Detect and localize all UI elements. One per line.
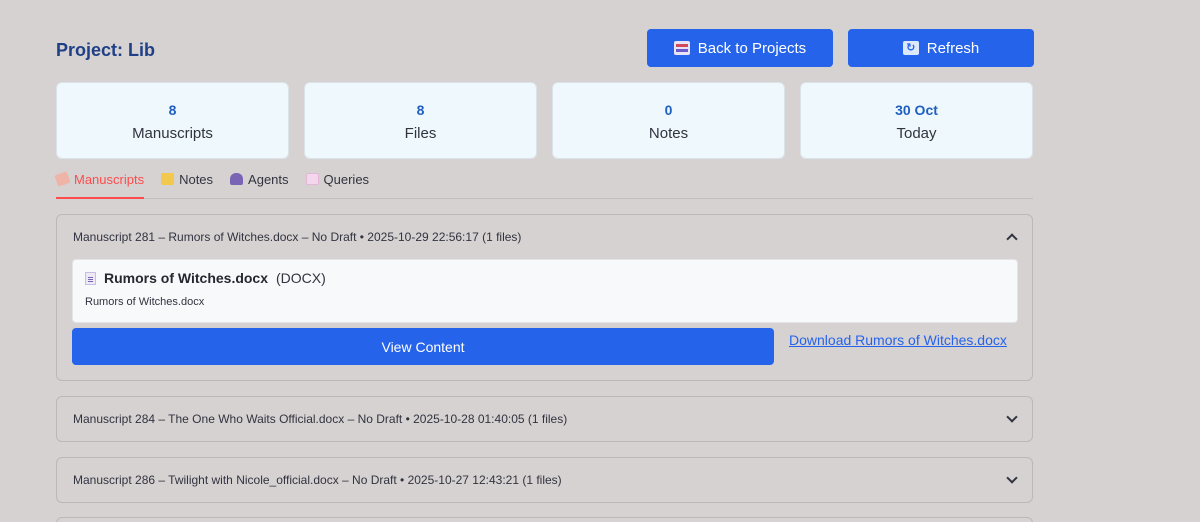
expander-header[interactable]: Manuscript 286 – Twilight with Nicole_of… — [57, 458, 1032, 502]
tab-label: Queries — [323, 172, 370, 187]
stat-card-notes: 0 Notes — [552, 82, 785, 159]
download-link[interactable]: Download Rumors of Witches.docx — [789, 332, 1007, 348]
file-type: (DOCX) — [276, 270, 326, 286]
stat-label: Today — [896, 125, 937, 142]
expander-title: Manuscript 281 – Rumors of Witches.docx … — [73, 230, 522, 244]
chevron-down-icon — [1006, 472, 1018, 484]
back-to-projects-button[interactable]: Back to Projects — [647, 29, 833, 67]
chevron-up-icon — [1006, 233, 1018, 245]
back-to-projects-label: Back to Projects — [697, 39, 807, 57]
agent-icon — [230, 173, 244, 185]
expander-header[interactable]: Manuscript 284 – The One Who Waits Offic… — [57, 397, 1032, 441]
tab-notes[interactable]: Notes — [161, 170, 213, 199]
tab-label: Agents — [248, 172, 289, 187]
file-card: Rumors of Witches.docx (DOCX) Rumors of … — [72, 259, 1018, 323]
page-title: Project: Lib — [56, 40, 156, 60]
file-subtitle: Rumors of Witches.docx — [85, 296, 205, 308]
tab-label: Notes — [179, 172, 214, 187]
tab-label: Manuscripts — [74, 172, 145, 187]
stat-label: Notes — [648, 125, 689, 142]
back-icon — [673, 41, 690, 55]
expander-header[interactable]: Manuscript 281 – Rumors of Witches.docx … — [57, 215, 1032, 259]
stat-card-today: 30 Oct Today — [800, 82, 1033, 159]
stat-value: 30 Oct — [895, 102, 938, 118]
manuscript-expander-286: Manuscript 286 – Twilight with Nicole_of… — [56, 457, 1033, 503]
manuscript-expander-281: Manuscript 281 – Rumors of Witches.docx … — [56, 214, 1033, 381]
manuscript-expander-284: Manuscript 284 – The One Who Waits Offic… — [56, 396, 1033, 442]
stat-label: Manuscripts — [132, 125, 213, 142]
tab-queries[interactable]: Queries — [305, 170, 370, 199]
stat-value: 8 — [168, 102, 177, 118]
stat-label: Files — [404, 125, 437, 142]
expander-title: Manuscript 284 – The One Who Waits Offic… — [73, 412, 568, 426]
stat-card-manuscripts: 8 Manuscripts — [56, 82, 289, 159]
manuscript-expander-partial — [56, 517, 1033, 522]
file-name: Rumors of Witches.docx — [104, 270, 269, 286]
view-content-button[interactable]: View Content — [72, 328, 774, 365]
expander-title: Manuscript 286 – Twilight with Nicole_of… — [73, 473, 562, 487]
refresh-label: Refresh — [926, 39, 980, 57]
refresh-button[interactable]: ↻ Refresh — [848, 29, 1034, 67]
tab-bar: Manuscripts Notes Agents Queries — [54, 170, 1033, 199]
tab-manuscripts[interactable]: Manuscripts — [54, 170, 145, 199]
document-icon — [85, 271, 96, 285]
project-page: Project: Lib Back to Projects ↻ Refresh … — [0, 0, 1200, 522]
tab-agents[interactable]: Agents — [230, 170, 289, 199]
notes-icon — [161, 173, 175, 185]
file-title: Rumors of Witches.docx (DOCX) — [85, 270, 1005, 286]
stat-value: 0 — [664, 102, 673, 118]
envelope-icon — [305, 173, 319, 185]
stat-value: 8 — [416, 102, 425, 118]
manuscript-icon — [54, 171, 71, 187]
stat-card-files: 8 Files — [304, 82, 537, 159]
chevron-down-icon — [1006, 411, 1018, 423]
refresh-icon: ↻ — [902, 41, 919, 55]
